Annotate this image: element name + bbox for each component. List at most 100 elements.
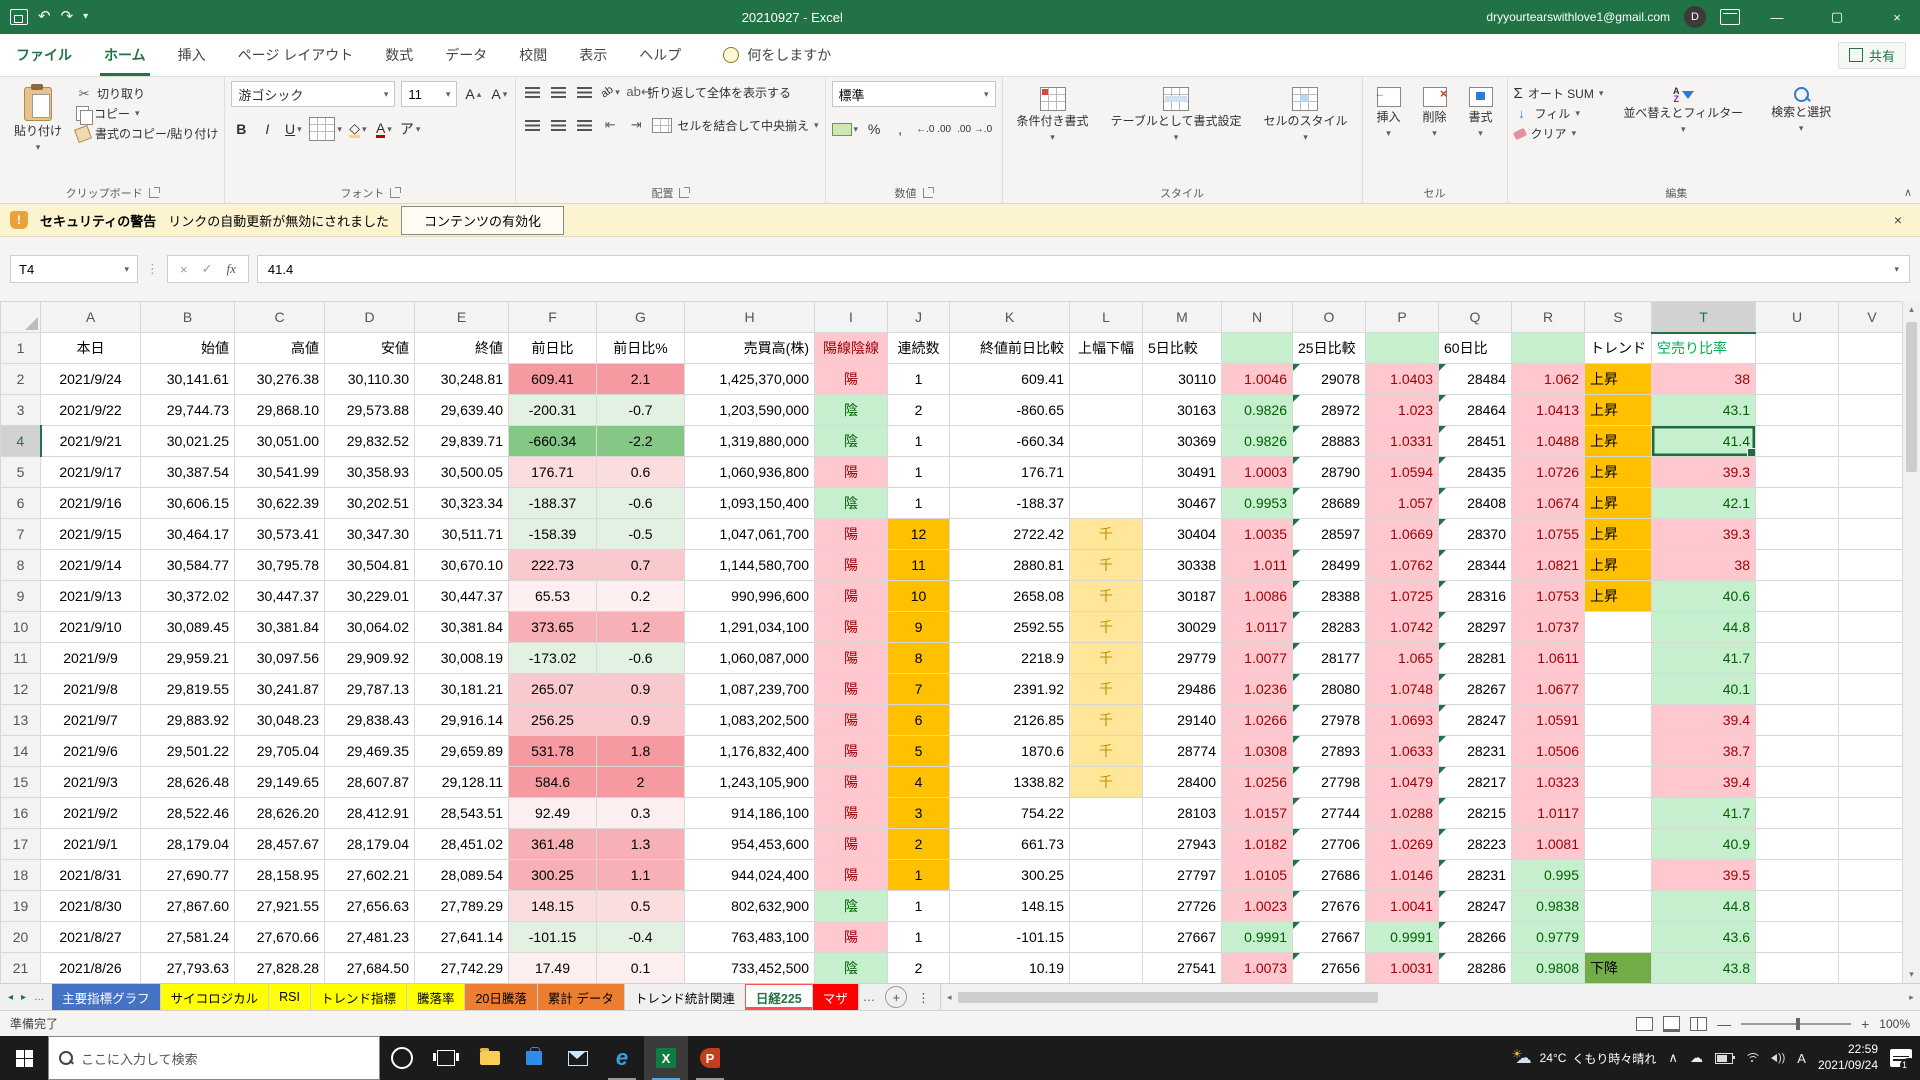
- customize-qat-button[interactable]: ▾: [83, 0, 88, 34]
- row-header-11[interactable]: 11: [1, 643, 41, 674]
- cell-V14[interactable]: [1839, 736, 1906, 767]
- cell-R9[interactable]: 1.0753: [1512, 581, 1585, 612]
- cell-Q4[interactable]: 28451: [1439, 426, 1512, 457]
- cell-R8[interactable]: 1.0821: [1512, 550, 1585, 581]
- tray-chevron-icon[interactable]: ∧: [1668, 1050, 1678, 1066]
- formula-input[interactable]: 41.4▾: [257, 255, 1910, 283]
- cell-P3[interactable]: 1.023: [1366, 395, 1439, 426]
- vertical-scroll-thumb[interactable]: [1906, 322, 1917, 472]
- cell-S7[interactable]: 上昇: [1585, 519, 1652, 550]
- cell-J9[interactable]: 10: [888, 581, 950, 612]
- cell-B5[interactable]: 30,387.54: [141, 457, 235, 488]
- insert-function-icon[interactable]: fx: [227, 261, 236, 277]
- column-header-P[interactable]: P: [1366, 302, 1439, 333]
- cell-L10[interactable]: 千: [1070, 612, 1143, 643]
- cell-C7[interactable]: 30,573.41: [235, 519, 325, 550]
- increase-decimal-button[interactable]: ←.0 .00: [916, 118, 951, 140]
- battery-icon[interactable]: [1715, 1053, 1733, 1064]
- cell-T11[interactable]: 41.7: [1652, 643, 1756, 674]
- format-cells-button[interactable]: 書式▾: [1461, 81, 1501, 145]
- cell-J15[interactable]: 4: [888, 767, 950, 798]
- cell-G11[interactable]: -0.6: [597, 643, 685, 674]
- cell-R13[interactable]: 1.0591: [1512, 705, 1585, 736]
- page-break-view-icon[interactable]: [1690, 1017, 1707, 1031]
- cell-F6[interactable]: -188.37: [509, 488, 597, 519]
- cell-V3[interactable]: [1839, 395, 1906, 426]
- column-header-N[interactable]: N: [1222, 302, 1293, 333]
- cell-J19[interactable]: 1: [888, 891, 950, 922]
- cell-A7[interactable]: 2021/9/15: [41, 519, 141, 550]
- decrease-decimal-button[interactable]: .00 →.0: [957, 118, 992, 140]
- cell-L8[interactable]: 千: [1070, 550, 1143, 581]
- cell-N4[interactable]: 0.9826: [1222, 426, 1293, 457]
- cell-N1[interactable]: [1222, 333, 1293, 364]
- cell-F21[interactable]: 17.49: [509, 953, 597, 984]
- cell-P15[interactable]: 1.0479: [1366, 767, 1439, 798]
- cell-J10[interactable]: 9: [888, 612, 950, 643]
- cell-I4[interactable]: 陰: [815, 426, 888, 457]
- cell-I6[interactable]: 陰: [815, 488, 888, 519]
- column-header-D[interactable]: D: [325, 302, 415, 333]
- cell-D21[interactable]: 27,684.50: [325, 953, 415, 984]
- cell-R17[interactable]: 1.0081: [1512, 829, 1585, 860]
- cell-S4[interactable]: 上昇: [1585, 426, 1652, 457]
- cell-N16[interactable]: 1.0157: [1222, 798, 1293, 829]
- cell-K2[interactable]: 609.41: [950, 364, 1070, 395]
- cell-T12[interactable]: 40.1: [1652, 674, 1756, 705]
- cell-H8[interactable]: 1,144,580,700: [685, 550, 815, 581]
- cell-L5[interactable]: [1070, 457, 1143, 488]
- cell-O17[interactable]: 27706: [1293, 829, 1366, 860]
- cell-B10[interactable]: 30,089.45: [141, 612, 235, 643]
- row-header-14[interactable]: 14: [1, 736, 41, 767]
- sheet-tab-累計 データ[interactable]: 累計 データ: [538, 984, 625, 1010]
- cell-D9[interactable]: 30,229.01: [325, 581, 415, 612]
- cell-I10[interactable]: 陽: [815, 612, 888, 643]
- cell-G5[interactable]: 0.6: [597, 457, 685, 488]
- cell-F11[interactable]: -173.02: [509, 643, 597, 674]
- copy-button[interactable]: コピー▾: [76, 105, 218, 122]
- format-painter-button[interactable]: 書式のコピー/貼り付け: [76, 125, 218, 142]
- cell-J12[interactable]: 7: [888, 674, 950, 705]
- percent-format-button[interactable]: %: [864, 118, 884, 140]
- cell-K15[interactable]: 1338.82: [950, 767, 1070, 798]
- column-header-U[interactable]: U: [1756, 302, 1839, 333]
- select-all-corner[interactable]: [1, 302, 41, 333]
- cell-V12[interactable]: [1839, 674, 1906, 705]
- cell-I17[interactable]: 陽: [815, 829, 888, 860]
- cell-L4[interactable]: [1070, 426, 1143, 457]
- cell-M10[interactable]: 30029: [1143, 612, 1222, 643]
- cell-F13[interactable]: 256.25: [509, 705, 597, 736]
- cell-J18[interactable]: 1: [888, 860, 950, 891]
- cell-N13[interactable]: 1.0266: [1222, 705, 1293, 736]
- cell-L6[interactable]: [1070, 488, 1143, 519]
- cell-C13[interactable]: 30,048.23: [235, 705, 325, 736]
- cell-V20[interactable]: [1839, 922, 1906, 953]
- cell-I9[interactable]: 陽: [815, 581, 888, 612]
- cell-M11[interactable]: 29779: [1143, 643, 1222, 674]
- font-dialog-launcher[interactable]: [390, 188, 400, 198]
- cell-M14[interactable]: 28774: [1143, 736, 1222, 767]
- cell-S5[interactable]: 上昇: [1585, 457, 1652, 488]
- cell-I12[interactable]: 陽: [815, 674, 888, 705]
- cell-L18[interactable]: [1070, 860, 1143, 891]
- cell-J14[interactable]: 5: [888, 736, 950, 767]
- sheet-nav-prev-icon[interactable]: ◂: [8, 992, 13, 1003]
- cell-I21[interactable]: 陰: [815, 953, 888, 984]
- cell-T4[interactable]: 41.4: [1652, 426, 1756, 457]
- cell-B8[interactable]: 30,584.77: [141, 550, 235, 581]
- cell-K1[interactable]: 終値前日比較: [950, 333, 1070, 364]
- row-header-9[interactable]: 9: [1, 581, 41, 612]
- cell-S6[interactable]: 上昇: [1585, 488, 1652, 519]
- cell-T13[interactable]: 39.4: [1652, 705, 1756, 736]
- cell-Q14[interactable]: 28231: [1439, 736, 1512, 767]
- sheet-overflow-right[interactable]: …: [859, 984, 880, 1010]
- new-sheet-button[interactable]: +: [885, 986, 907, 1008]
- cell-E11[interactable]: 30,008.19: [415, 643, 509, 674]
- cell-I7[interactable]: 陽: [815, 519, 888, 550]
- column-header-A[interactable]: A: [41, 302, 141, 333]
- column-header-R[interactable]: R: [1512, 302, 1585, 333]
- cell-G17[interactable]: 1.3: [597, 829, 685, 860]
- tab-insert[interactable]: 挿入: [162, 34, 222, 76]
- powerpoint-button[interactable]: P: [688, 1036, 732, 1080]
- align-middle-button[interactable]: [548, 81, 568, 103]
